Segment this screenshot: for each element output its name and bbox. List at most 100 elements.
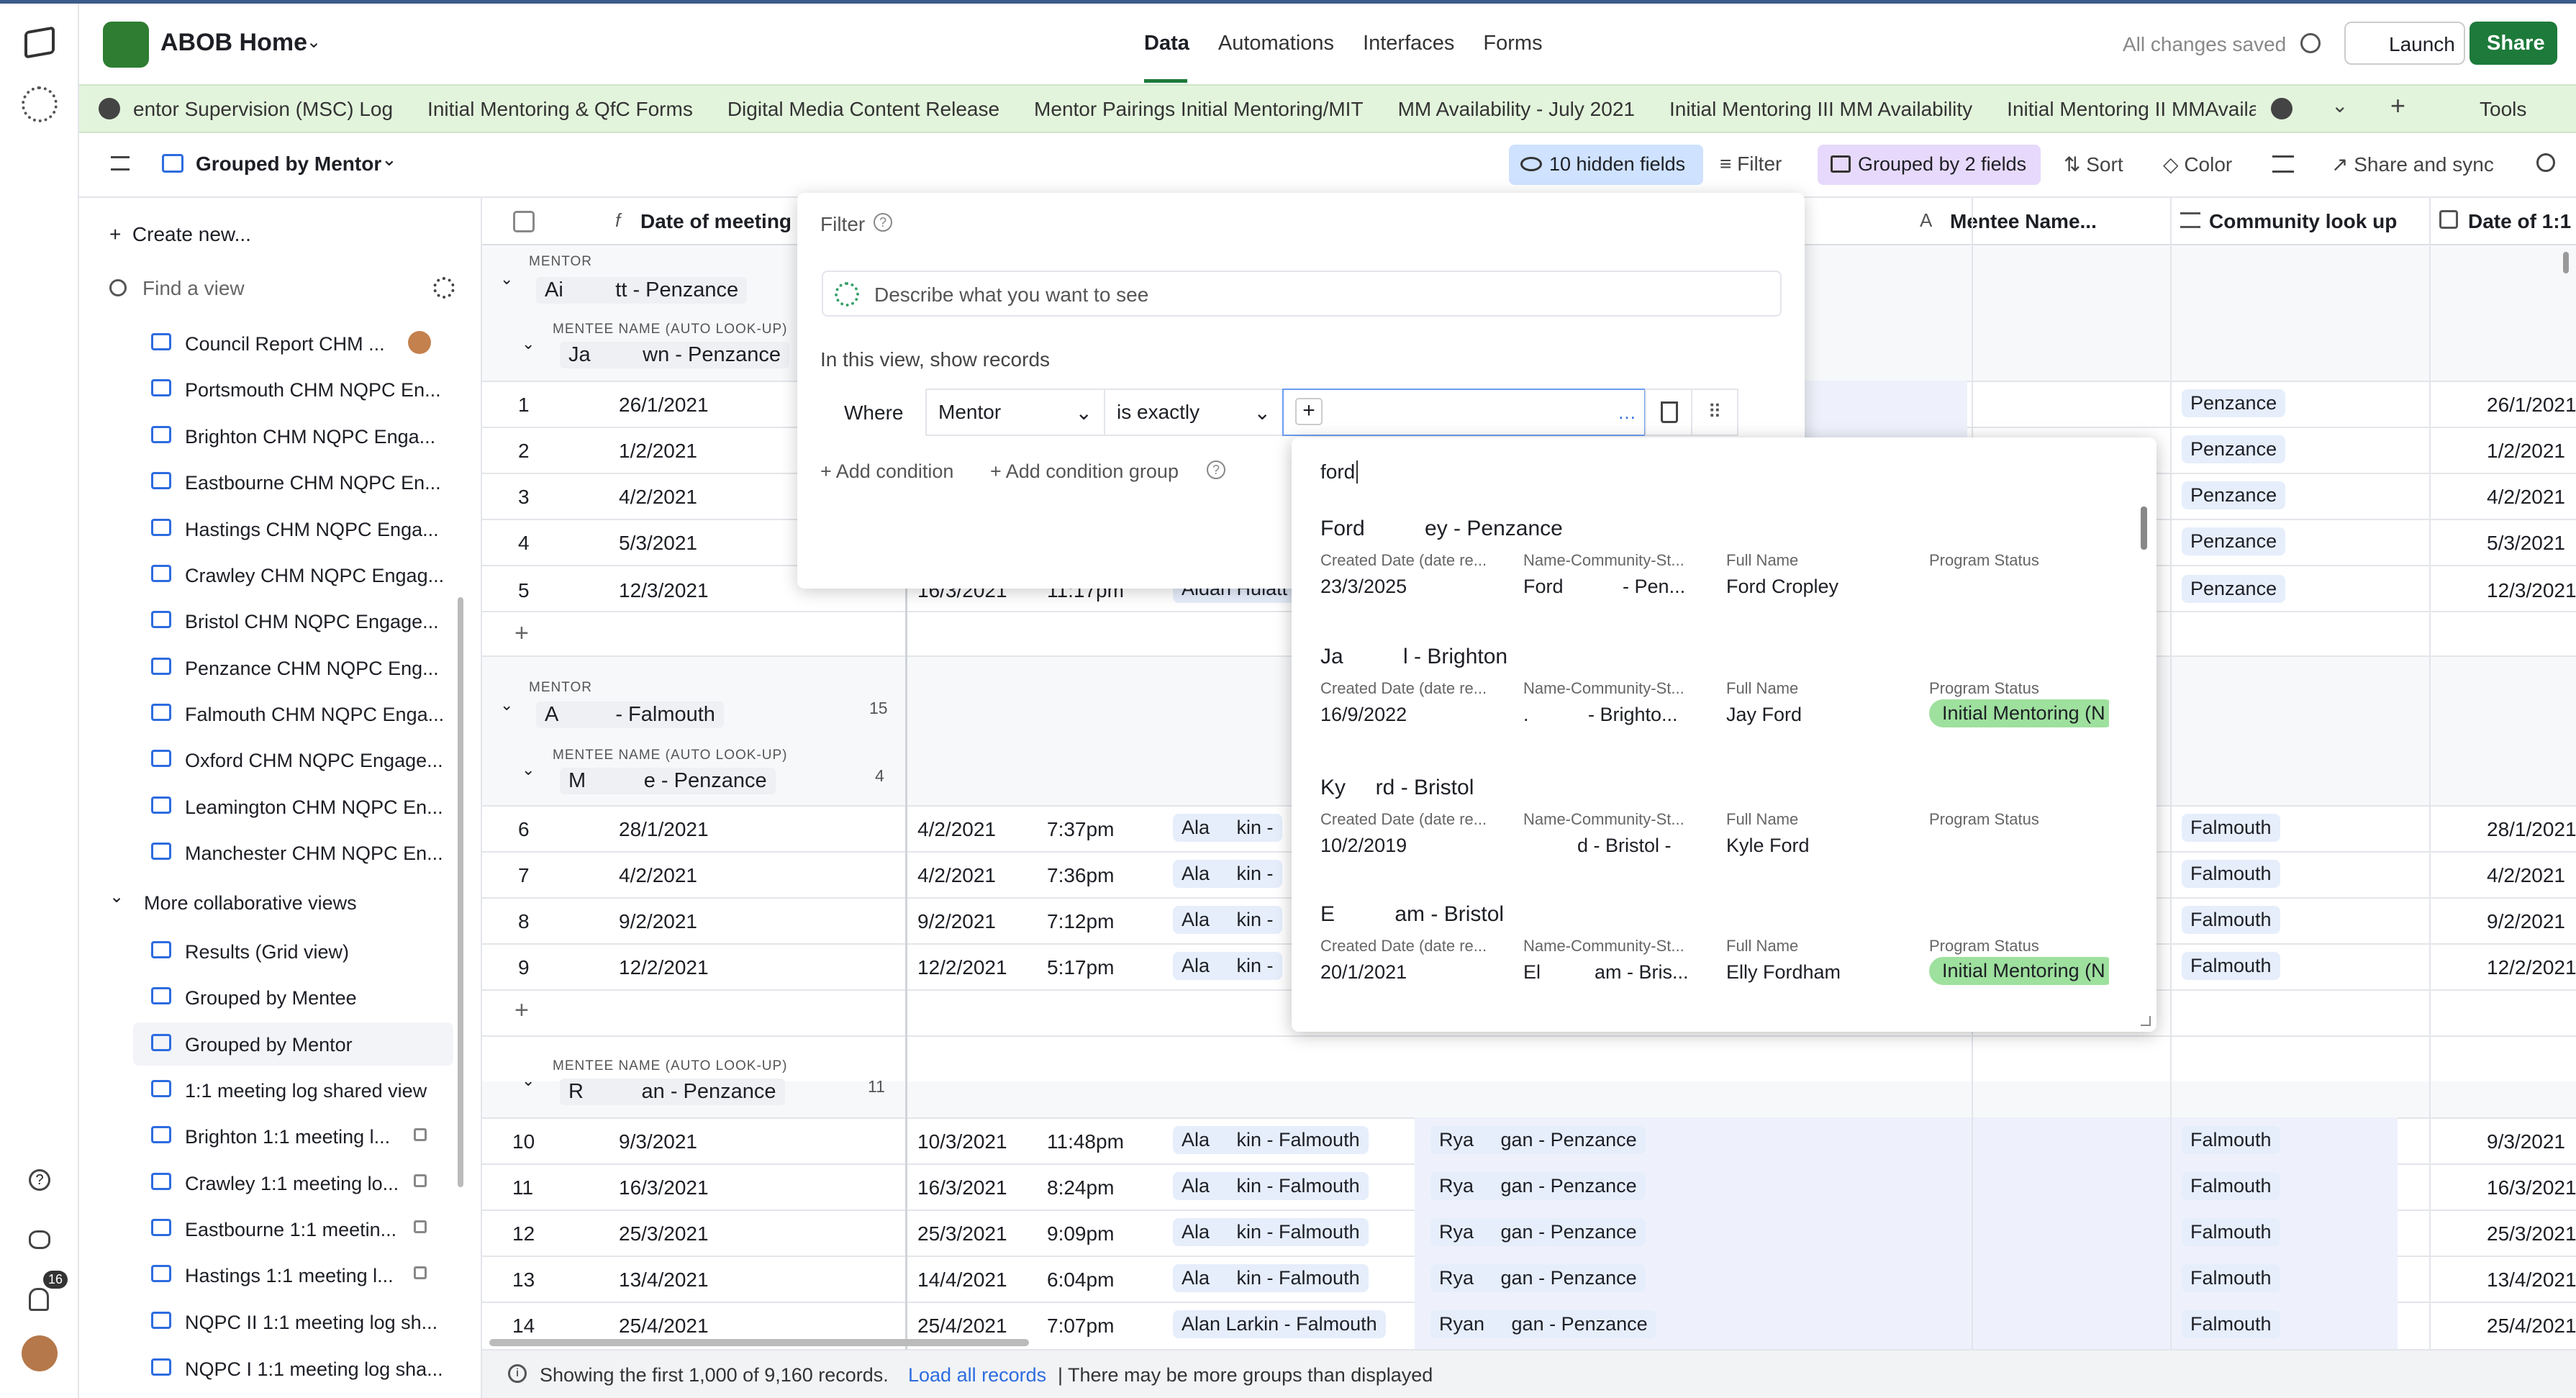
group-collapse-icon[interactable]: ⌄	[500, 696, 513, 714]
date-cell[interactable]: 4/2/2021	[2487, 486, 2565, 509]
date-cell[interactable]: 9/2/2021	[2487, 910, 2565, 933]
sidebar-view-item[interactable]: Crawley 1:1 meeting lo...	[185, 1173, 399, 1195]
date-cell[interactable]: 16/3/2021	[917, 1176, 1007, 1199]
date-cell[interactable]: 1/2/2021	[619, 440, 697, 463]
table-tab[interactable]: entor Supervision (MSC) Log	[133, 98, 393, 121]
column-header-community[interactable]: Community look up	[2209, 210, 2397, 233]
table-tab[interactable]: MM Availability - July 2021	[1398, 98, 1635, 121]
help-icon[interactable]: ?	[29, 1169, 50, 1191]
sidebar-view-item[interactable]: Council Report CHM ...	[185, 333, 385, 355]
dropdown-scrollbar[interactable]	[2141, 507, 2147, 550]
record-option[interactable]: Ford ey - Penzance Created Date (date re…	[1292, 517, 2133, 639]
time-cell[interactable]: 7:07pm	[1047, 1315, 1114, 1338]
sidebar-view-item[interactable]: Hastings CHM NQPC Enga...	[185, 519, 439, 541]
date-cell[interactable]: 9/3/2021	[2487, 1130, 2565, 1153]
launch-button[interactable]: Launch	[2344, 22, 2465, 65]
sidebar-view-item[interactable]: NQPC II 1:1 meeting log sh...	[185, 1312, 437, 1334]
sidebar-view-item[interactable]: Eastbourne CHM NQPC En...	[185, 472, 441, 494]
section-title[interactable]: More collaborative views	[144, 892, 357, 914]
filter-field-select[interactable]: Mentor ⌄	[925, 389, 1105, 436]
record-option[interactable]: Ky rd - Bristol Created Date (date re...…	[1292, 776, 2133, 898]
date-cell[interactable]: 26/1/2021	[2487, 394, 2576, 417]
date-cell[interactable]: 10/3/2021	[917, 1130, 1007, 1153]
group-collapse-icon[interactable]: ⌄	[500, 270, 513, 289]
record-search-input[interactable]: ford	[1320, 460, 1359, 484]
time-cell[interactable]: 7:12pm	[1047, 910, 1114, 933]
date-cell[interactable]: 4/2/2021	[2487, 864, 2565, 887]
drag-condition-handle[interactable]: ⠿	[1691, 389, 1738, 436]
grid-horizontal-scrollbar[interactable]	[489, 1339, 1029, 1346]
add-condition-button[interactable]: + Add condition	[820, 460, 953, 483]
history-icon[interactable]	[2300, 33, 2321, 53]
scroll-right-icon[interactable]	[2271, 98, 2292, 119]
sidebar-view-item[interactable]: Manchester CHM NQPC En...	[185, 843, 443, 865]
date-cell[interactable]: 25/4/2021	[917, 1315, 1007, 1338]
record-option[interactable]: Ja l - Brighton Created Date (date re...…	[1292, 645, 2133, 767]
sidebar-view-item[interactable]: 1:1 meeting log shared view	[185, 1080, 427, 1102]
sidebar-view-item[interactable]: Portsmouth CHM NQPC En...	[185, 379, 441, 401]
sidebar-view-item[interactable]: Results (Grid view)	[185, 941, 349, 963]
column-header-date11[interactable]: Date of 1:1 m	[2468, 210, 2576, 233]
table-tab[interactable]: Initial Mentoring III MM Availability	[1669, 98, 1972, 121]
view-settings-icon[interactable]	[433, 277, 455, 299]
grid-vertical-scrollbar[interactable]	[2563, 252, 2569, 273]
notifications-icon[interactable]	[29, 1288, 49, 1311]
date-cell[interactable]: 25/4/2021	[619, 1315, 709, 1338]
menu-icon[interactable]	[111, 156, 130, 171]
record-option[interactable]: E am - Bristol Created Date (date re... …	[1292, 902, 2133, 1025]
sidebar-view-item[interactable]: NQPC I 1:1 meeting log sha...	[185, 1358, 443, 1381]
add-table-icon[interactable]: +	[2390, 91, 2405, 121]
tables-dropdown-icon[interactable]: ⌄	[2331, 94, 2348, 117]
tools-menu[interactable]: Tools	[2480, 98, 2526, 121]
delete-condition-button[interactable]	[1645, 389, 1692, 436]
table-tab[interactable]: Mentor Pairings Initial Mentoring/MIT	[1034, 98, 1364, 121]
group-collapse-icon[interactable]: ⌄	[522, 335, 535, 353]
date-cell[interactable]: 25/3/2021	[917, 1222, 1007, 1245]
help-icon[interactable]: ?	[874, 213, 892, 232]
time-cell[interactable]: 8:24pm	[1047, 1176, 1114, 1199]
view-chevron-icon[interactable]: ⌄	[381, 148, 397, 171]
date-cell[interactable]: 26/1/2021	[619, 394, 709, 417]
date-cell[interactable]: 14/4/2021	[917, 1268, 1007, 1292]
date-cell[interactable]: 12/2/2021	[2487, 956, 2576, 979]
sidebar-view-item[interactable]: Crawley CHM NQPC Engag...	[185, 565, 444, 587]
date-cell[interactable]: 4/2/2021	[619, 486, 697, 509]
color-button[interactable]: ◇ Color	[2163, 153, 2232, 176]
date-cell[interactable]: 5/3/2021	[2487, 532, 2565, 555]
resize-handle-icon[interactable]	[2141, 1016, 2151, 1026]
tab-data[interactable]: Data	[1144, 32, 1189, 55]
time-cell[interactable]: 7:36pm	[1047, 864, 1114, 887]
group-button[interactable]: Grouped by 2 fields	[1818, 145, 2041, 185]
date-cell[interactable]: 25/3/2021	[2487, 1222, 2576, 1245]
search-icon[interactable]	[2536, 153, 2555, 172]
table-tab[interactable]: Initial Mentoring & QfC Forms	[427, 98, 693, 121]
add-value-button[interactable]: +	[1295, 398, 1323, 425]
base-title[interactable]: ABOB Home	[160, 29, 307, 57]
sidebar-view-item[interactable]: Brighton CHM NQPC Enga...	[185, 426, 435, 448]
sidebar-scrollbar[interactable]	[458, 597, 463, 1187]
add-condition-group-button[interactable]: + Add condition group	[990, 460, 1179, 483]
date-cell[interactable]: 16/3/2021	[619, 1176, 709, 1199]
date-cell[interactable]: 9/2/2021	[917, 910, 996, 933]
help-icon[interactable]: ?	[1207, 460, 1225, 479]
airtable-logo-icon[interactable]	[24, 26, 55, 59]
date-cell[interactable]: 28/1/2021	[619, 818, 709, 841]
date-cell[interactable]: 9/2/2021	[619, 910, 697, 933]
sidebar-view-item[interactable]: Penzance CHM NQPC Eng...	[185, 658, 439, 680]
date-cell[interactable]: 4/2/2021	[619, 864, 697, 887]
find-view-input[interactable]: Find a view	[142, 277, 245, 300]
date-cell[interactable]: 5/3/2021	[619, 532, 697, 555]
group-collapse-icon[interactable]: ⌄	[522, 761, 535, 779]
filter-value-input[interactable]	[1282, 389, 1646, 436]
time-cell[interactable]: 5:17pm	[1047, 956, 1114, 979]
sort-button[interactable]: ⇅ Sort	[2064, 153, 2123, 176]
share-sync-button[interactable]: ↗ Share and sync	[2331, 153, 2494, 176]
table-tab[interactable]: Initial Mentoring II MMAvailabilit	[2007, 98, 2256, 121]
date-cell[interactable]: 25/4/2021	[2487, 1315, 2576, 1338]
add-row-button[interactable]: +	[514, 997, 529, 1025]
sidebar-view-item[interactable]: Bristol CHM NQPC Engage...	[185, 611, 439, 633]
universe-icon[interactable]	[29, 1230, 50, 1249]
sidebar-view-item[interactable]: Hastings 1:1 meeting l...	[185, 1265, 394, 1287]
time-cell[interactable]: 6:04pm	[1047, 1268, 1114, 1292]
date-cell[interactable]: 28/1/2021	[2487, 818, 2576, 841]
